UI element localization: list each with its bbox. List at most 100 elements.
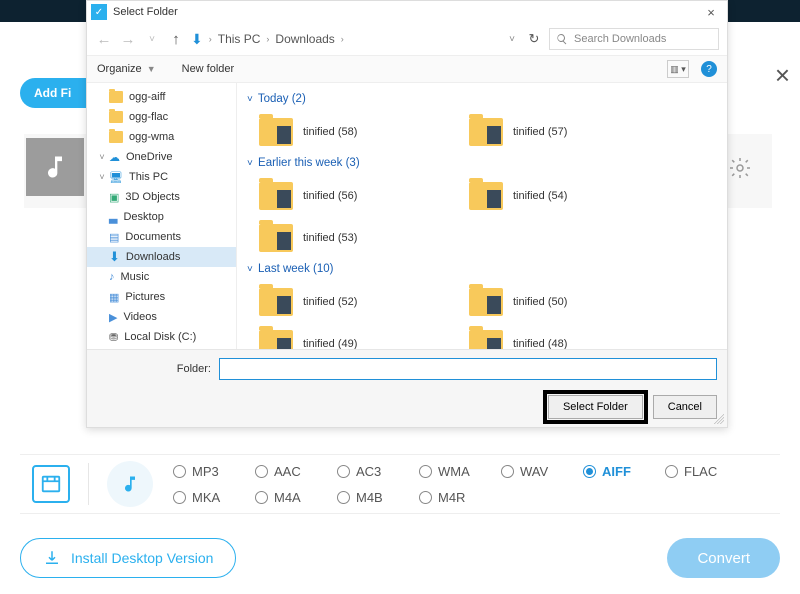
folder-icon bbox=[259, 118, 293, 146]
tree-node[interactable]: ˅☁OneDrive bbox=[87, 147, 236, 167]
tree-node[interactable]: ▦Pictures bbox=[87, 287, 236, 307]
tree-node[interactable]: ▣3D Objects bbox=[87, 187, 236, 207]
format-radio-aac[interactable]: AAC bbox=[255, 464, 337, 479]
nav-up-icon[interactable]: ↑ bbox=[167, 31, 185, 48]
folder-icon bbox=[259, 182, 293, 210]
folder-item-label: tinified (53) bbox=[303, 232, 357, 244]
folder-item[interactable]: tinified (57) bbox=[469, 111, 679, 153]
folder-item-label: tinified (54) bbox=[513, 190, 567, 202]
new-folder-button[interactable]: New folder bbox=[182, 63, 235, 75]
tree-node[interactable]: ogg-flac bbox=[87, 107, 236, 127]
folder-item-label: tinified (52) bbox=[303, 296, 357, 308]
tree-label: Local Disk (C:) bbox=[124, 331, 196, 343]
folder-item-label: tinified (58) bbox=[303, 126, 357, 138]
tree-node[interactable]: ˅🖥This PC bbox=[87, 167, 236, 187]
expand-icon[interactable]: ˅ bbox=[97, 172, 107, 182]
nav-recent-icon[interactable]: ˅ bbox=[143, 34, 161, 45]
crumb-dropdown-icon[interactable]: ˅ bbox=[505, 34, 519, 45]
crumb-downloads[interactable]: Downloads bbox=[275, 32, 334, 46]
folder-icon bbox=[469, 330, 503, 349]
folder-item[interactable]: tinified (54) bbox=[469, 175, 679, 217]
folder-item[interactable]: tinified (53) bbox=[259, 217, 469, 259]
install-desktop-button[interactable]: Install Desktop Version bbox=[20, 538, 236, 578]
folder-content[interactable]: ˅ Today (2) tinified (58) tinified (57) ˅ E… bbox=[237, 83, 727, 349]
tree-node[interactable]: ogg-wma bbox=[87, 127, 236, 147]
content-group-header[interactable]: ˅ Today (2) bbox=[247, 93, 723, 105]
view-mode-button[interactable]: ▥ ▾ bbox=[667, 60, 689, 78]
folder-item[interactable]: tinified (56) bbox=[259, 175, 469, 217]
tree-node[interactable]: ⬇Downloads bbox=[87, 247, 236, 267]
format-radio-m4a[interactable]: M4A bbox=[255, 490, 337, 505]
app-close-icon[interactable]: × bbox=[775, 60, 790, 91]
folder-item-label: tinified (50) bbox=[513, 296, 567, 308]
folder-item[interactable]: tinified (52) bbox=[259, 281, 469, 323]
chevron-right-icon: › bbox=[341, 34, 344, 44]
convert-button[interactable]: Convert bbox=[667, 538, 780, 578]
format-radio-mp3[interactable]: MP3 bbox=[173, 464, 255, 479]
format-label: M4A bbox=[274, 490, 301, 505]
tree-label: Downloads bbox=[126, 251, 180, 263]
format-label: MP3 bbox=[192, 464, 219, 479]
help-icon[interactable]: ? bbox=[701, 61, 717, 77]
resize-grip-icon[interactable] bbox=[714, 414, 724, 424]
audio-format-icon[interactable] bbox=[107, 461, 153, 507]
dialog-title: Select Folder bbox=[113, 6, 178, 18]
format-radio-flac[interactable]: FLAC bbox=[665, 464, 747, 479]
tree-node[interactable]: ▤Documents bbox=[87, 227, 236, 247]
folder-item[interactable]: tinified (48) bbox=[469, 323, 679, 349]
tree-label: Videos bbox=[123, 311, 156, 323]
cancel-button[interactable]: Cancel bbox=[653, 395, 717, 419]
format-radio-wav[interactable]: WAV bbox=[501, 464, 583, 479]
video-format-icon[interactable] bbox=[32, 465, 70, 503]
format-label: AIFF bbox=[602, 464, 631, 479]
search-input[interactable]: Search Downloads bbox=[549, 28, 719, 50]
folder-tree[interactable]: ogg-aiff ogg-flac ogg-wma˅☁OneDrive˅🖥This … bbox=[87, 83, 237, 349]
radio-dot-icon bbox=[665, 465, 678, 478]
crumb-this-pc[interactable]: This PC bbox=[218, 32, 261, 46]
select-folder-button[interactable]: Select Folder bbox=[548, 395, 643, 419]
folder-input[interactable] bbox=[219, 358, 717, 380]
format-radio-m4b[interactable]: M4B bbox=[337, 490, 419, 505]
content-group-header[interactable]: ˅ Last week (10) bbox=[247, 263, 723, 275]
tree-node[interactable]: ▶Videos bbox=[87, 307, 236, 327]
tree-label: ogg-flac bbox=[129, 111, 168, 123]
content-group-header[interactable]: ˅ Earlier this week (3) bbox=[247, 157, 723, 169]
folder-item[interactable]: tinified (50) bbox=[469, 281, 679, 323]
radio-dot-icon bbox=[337, 491, 350, 504]
tree-node[interactable]: ⛃Local Disk (C:) bbox=[87, 327, 236, 347]
tree-label: OneDrive bbox=[126, 151, 172, 163]
breadcrumb[interactable]: ⬇ › This PC › Downloads › bbox=[191, 31, 346, 48]
folder-icon bbox=[469, 182, 503, 210]
dialog-titlebar: ✓ Select Folder × bbox=[87, 1, 727, 23]
radio-dot-icon bbox=[337, 465, 350, 478]
folder-item[interactable]: tinified (58) bbox=[259, 111, 469, 153]
format-label: AAC bbox=[274, 464, 301, 479]
format-label: WAV bbox=[520, 464, 548, 479]
tree-node[interactable]: ogg-aiff bbox=[87, 87, 236, 107]
format-radio-m4r[interactable]: M4R bbox=[419, 490, 501, 505]
music-note-icon bbox=[41, 153, 69, 181]
folder-item[interactable]: tinified (49) bbox=[259, 323, 469, 349]
refresh-icon[interactable]: ↻ bbox=[525, 31, 543, 47]
settings-icon[interactable] bbox=[728, 156, 752, 180]
format-radio-mka[interactable]: MKA bbox=[173, 490, 255, 505]
install-label: Install Desktop Version bbox=[71, 550, 213, 566]
divider bbox=[88, 463, 89, 505]
format-radio-aiff[interactable]: AIFF bbox=[583, 464, 665, 479]
organize-menu[interactable]: Organize ▼ bbox=[97, 63, 156, 75]
expand-icon[interactable]: ˅ bbox=[97, 152, 107, 162]
select-folder-dialog: ✓ Select Folder × ← → ˅ ↑ ⬇ › This PC › … bbox=[86, 0, 728, 428]
folder-item-label: tinified (57) bbox=[513, 126, 567, 138]
tree-node[interactable]: ▃Desktop bbox=[87, 207, 236, 227]
tree-label: ogg-aiff bbox=[129, 91, 166, 103]
search-icon bbox=[556, 33, 568, 45]
tree-node[interactable]: ♪Music bbox=[87, 267, 236, 287]
format-radio-ac3[interactable]: AC3 bbox=[337, 464, 419, 479]
app-logo-icon: ✓ bbox=[91, 4, 107, 20]
toolbar-row: Organize ▼ New folder ▥ ▾ ? bbox=[87, 55, 727, 83]
format-radio-wma[interactable]: WMA bbox=[419, 464, 501, 479]
nav-back-icon[interactable]: ← bbox=[95, 31, 113, 48]
radio-dot-icon bbox=[583, 465, 596, 478]
dialog-close-icon[interactable]: × bbox=[699, 5, 723, 20]
chevron-right-icon: › bbox=[266, 34, 269, 44]
